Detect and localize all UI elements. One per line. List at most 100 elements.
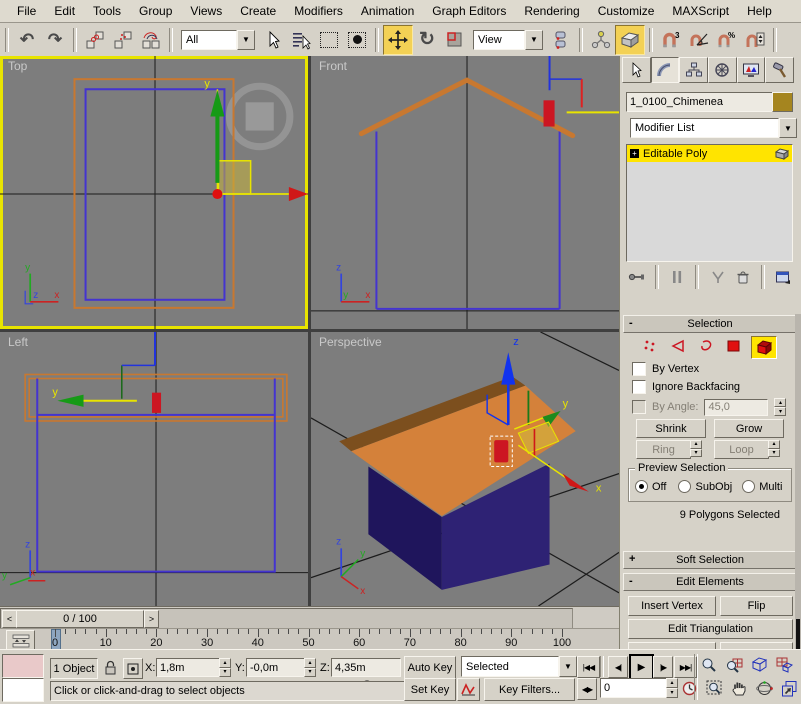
remove-modifier-button[interactable] xyxy=(732,267,754,287)
menu-graph-editors[interactable]: Graph Editors xyxy=(423,2,515,21)
redo-button[interactable]: ↷ xyxy=(41,26,69,54)
x-coordinate-spinner[interactable]: ▴▾ xyxy=(219,658,231,677)
key-filters-button[interactable]: Key Filters... xyxy=(484,678,575,701)
current-frame-field[interactable]: 0 xyxy=(600,678,672,698)
select-and-link-button[interactable] xyxy=(81,26,109,54)
ring-button[interactable]: Ring xyxy=(636,440,691,459)
dropdown-arrow-icon[interactable]: ▼ xyxy=(525,30,543,50)
preview-off-radio[interactable] xyxy=(635,480,648,493)
move-gizmo-left[interactable]: y xyxy=(52,332,155,407)
edit-triangulation-button[interactable]: Edit Triangulation xyxy=(628,619,793,639)
ignore-backfacing-checkbox[interactable] xyxy=(632,380,646,394)
select-and-manipulate-button[interactable] xyxy=(587,26,615,54)
trackbar-ruler[interactable]: 0102030405060708090100 xyxy=(0,628,619,650)
select-and-move-button[interactable] xyxy=(383,25,413,55)
shrink-button[interactable]: Shrink xyxy=(636,419,706,438)
polygon-mode-button[interactable] xyxy=(723,336,745,355)
select-by-name-button[interactable] xyxy=(287,26,315,54)
move-gizmo-top[interactable]: y xyxy=(204,78,308,201)
zoom-extents-all-button[interactable] xyxy=(774,654,794,675)
tab-display[interactable] xyxy=(737,57,766,83)
ring-spinner[interactable]: ▴▾ xyxy=(690,440,702,457)
grow-button[interactable]: Grow xyxy=(714,419,784,438)
time-slider-handle[interactable]: 0 / 100 xyxy=(16,610,144,628)
auto-key-button[interactable]: Auto Key xyxy=(404,656,456,679)
menu-modifiers[interactable]: Modifiers xyxy=(285,2,352,21)
dropdown-arrow-icon[interactable]: ▼ xyxy=(559,656,577,677)
zoom-extents-button[interactable] xyxy=(749,654,769,675)
menu-views[interactable]: Views xyxy=(181,2,231,21)
current-frame-spinner[interactable]: ▴▾ xyxy=(666,678,678,698)
unlink-selection-button[interactable] xyxy=(109,26,137,54)
y-coordinate-spinner[interactable]: ▴▾ xyxy=(304,658,316,677)
default-tangent-button[interactable] xyxy=(457,678,480,701)
move-gizmo-front[interactable] xyxy=(550,56,619,112)
pin-stack-button[interactable] xyxy=(626,267,648,287)
configure-modifier-sets-button[interactable] xyxy=(772,267,794,287)
scrollbar-thumb[interactable] xyxy=(796,619,800,650)
maxscript-mini-listener-white[interactable] xyxy=(2,678,44,702)
house-shaded[interactable] xyxy=(339,376,576,589)
x-coordinate-field[interactable]: 1,8m xyxy=(156,658,226,677)
previous-frame-button[interactable]: ◀| xyxy=(608,656,628,678)
stack-expand-icon[interactable]: + xyxy=(630,149,639,158)
by-angle-field[interactable]: 45,0 xyxy=(704,399,768,416)
object-name-field[interactable]: 1_0100_Chimenea xyxy=(626,92,774,112)
open-mini-curve-editor-button[interactable] xyxy=(6,630,35,651)
snap-toggle-button[interactable]: 3 xyxy=(657,26,685,54)
menu-help[interactable]: Help xyxy=(738,2,781,21)
previous-frame-arrow-button[interactable]: < xyxy=(2,610,17,628)
maxscript-mini-listener-pink[interactable] xyxy=(2,654,44,678)
key-mode-toggle-button[interactable]: ◀▶ xyxy=(577,678,597,700)
window-crossing-button[interactable] xyxy=(343,26,371,54)
vertex-mode-button[interactable] xyxy=(639,336,661,355)
menu-tools[interactable]: Tools xyxy=(84,2,130,21)
rectangular-selection-button[interactable] xyxy=(315,26,343,54)
preview-subobj-radio[interactable] xyxy=(678,480,691,493)
preview-multi-radio[interactable] xyxy=(742,480,755,493)
next-frame-button[interactable]: |▶ xyxy=(653,656,673,678)
menu-create[interactable]: Create xyxy=(231,2,285,21)
edit-elements-rollout-header[interactable]: - Edit Elements xyxy=(623,573,797,591)
region-zoom-button[interactable] xyxy=(704,678,724,699)
zoom-button[interactable] xyxy=(699,654,719,675)
selection-lock-toggle[interactable] xyxy=(101,658,119,677)
tab-motion[interactable] xyxy=(708,57,737,83)
viewport-left-label[interactable]: Left xyxy=(8,335,28,349)
select-and-rotate-button[interactable]: ↻ xyxy=(413,26,441,54)
dropdown-arrow-icon[interactable]: ▼ xyxy=(237,30,255,50)
menu-maxscript[interactable]: MAXScript xyxy=(663,2,738,21)
play-animation-button[interactable]: ▶ xyxy=(629,654,654,681)
viewport-perspective-label[interactable]: Perspective xyxy=(319,335,382,349)
by-angle-spinner[interactable]: ▴▾ xyxy=(774,398,786,416)
modifier-stack[interactable]: + Editable Poly xyxy=(626,144,793,262)
edge-mode-button[interactable] xyxy=(667,336,689,355)
menu-rendering[interactable]: Rendering xyxy=(515,2,588,21)
menu-animation[interactable]: Animation xyxy=(352,2,423,21)
undo-button[interactable]: ↶ xyxy=(13,26,41,54)
make-unique-button[interactable] xyxy=(706,267,728,287)
bind-to-spacewarp-button[interactable] xyxy=(137,26,165,54)
viewport-left[interactable]: y z y x Left xyxy=(0,332,308,606)
soft-selection-rollout-header[interactable]: + Soft Selection xyxy=(623,551,797,569)
tab-utilities[interactable] xyxy=(765,57,794,83)
y-coordinate-field[interactable]: -0,0m xyxy=(246,658,311,677)
select-object-button[interactable] xyxy=(259,26,287,54)
zoom-all-button[interactable] xyxy=(724,654,744,675)
menu-file[interactable]: File xyxy=(8,2,45,21)
tab-modify[interactable] xyxy=(651,57,680,83)
object-color-swatch[interactable] xyxy=(772,92,793,112)
selection-rollout-header[interactable]: - Selection xyxy=(623,315,797,333)
spinner-snap-button[interactable] xyxy=(741,26,769,54)
maximize-viewport-toggle-button[interactable] xyxy=(779,678,799,699)
by-angle-checkbox[interactable] xyxy=(632,400,646,414)
tab-hierarchy[interactable] xyxy=(679,57,708,83)
viewport-top[interactable]: y y x z Top xyxy=(0,56,308,329)
pan-view-button[interactable] xyxy=(729,678,749,699)
dropdown-arrow-icon[interactable]: ▼ xyxy=(779,118,797,138)
menu-edit[interactable]: Edit xyxy=(45,2,84,21)
element-mode-button[interactable] xyxy=(751,336,777,359)
insert-vertex-button[interactable]: Insert Vertex xyxy=(628,596,716,616)
menu-customize[interactable]: Customize xyxy=(589,2,664,21)
show-end-result-button[interactable] xyxy=(666,267,688,287)
